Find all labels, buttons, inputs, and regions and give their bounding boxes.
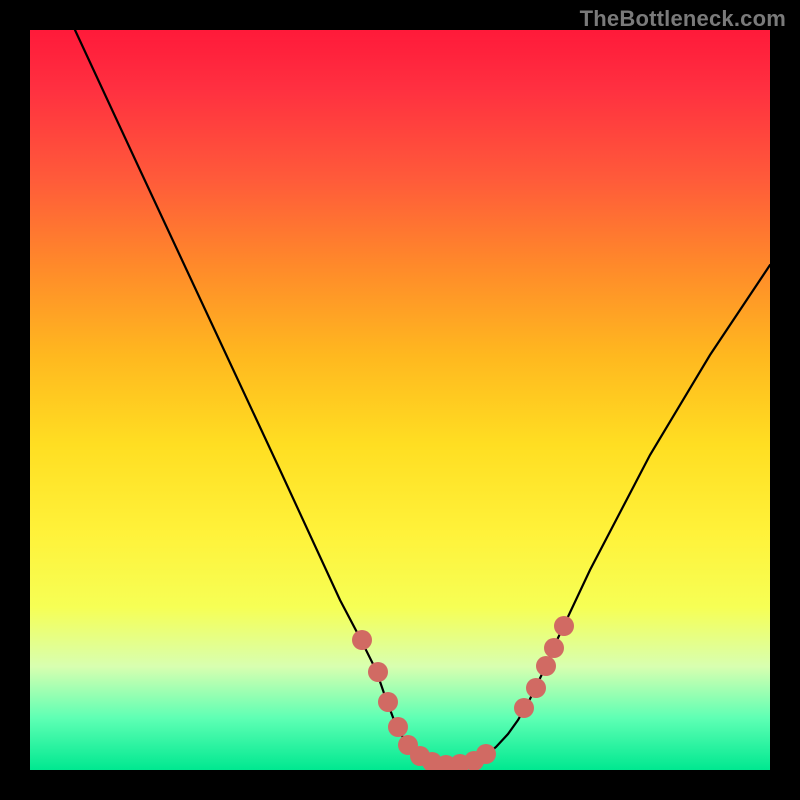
data-dot	[544, 638, 564, 658]
chart-frame: TheBottleneck.com	[0, 0, 800, 800]
data-dot	[554, 616, 574, 636]
data-dot	[378, 692, 398, 712]
chart-svg	[30, 30, 770, 770]
data-dot	[526, 678, 546, 698]
watermark-text: TheBottleneck.com	[580, 6, 786, 32]
data-dot	[514, 698, 534, 718]
data-dot	[388, 717, 408, 737]
dots-group	[352, 616, 574, 770]
plot-area	[30, 30, 770, 770]
data-dot	[536, 656, 556, 676]
data-dot	[476, 744, 496, 764]
bottleneck-curve	[75, 30, 770, 766]
data-dot	[352, 630, 372, 650]
data-dot	[368, 662, 388, 682]
